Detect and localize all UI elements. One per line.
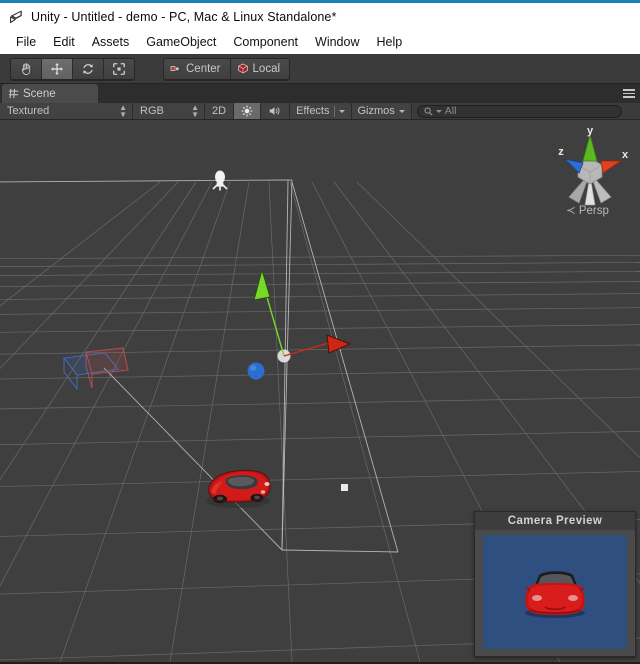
chevron-down-icon bbox=[338, 109, 345, 113]
toggle-2d-button[interactable]: 2D bbox=[205, 103, 235, 119]
effects-label: Effects bbox=[296, 105, 330, 117]
draw-mode-value: Textured bbox=[7, 105, 50, 117]
gizmo-axis-y-label: y bbox=[587, 125, 594, 137]
rotate-icon bbox=[83, 63, 93, 74]
gizmo-axis-x-label: x bbox=[622, 149, 629, 161]
color-mode-value: RGB bbox=[140, 105, 164, 117]
menu-item-component[interactable]: Component bbox=[225, 33, 307, 52]
pivot-local-label: Local bbox=[252, 62, 281, 75]
pivot-center-icon bbox=[170, 65, 179, 71]
persp-text: Persp bbox=[578, 205, 609, 217]
scale-icon bbox=[113, 62, 125, 75]
search-placeholder: All bbox=[444, 105, 457, 117]
unity-editor-window: Unity - Untitled - demo - PC, Mac & Linu… bbox=[0, 0, 640, 664]
color-mode-dropdown[interactable]: RGB ▲ ▼ bbox=[133, 103, 205, 119]
toggle-2d-label: 2D bbox=[212, 105, 227, 117]
effects-dropdown[interactable]: Effects bbox=[290, 103, 352, 119]
local-cube-icon bbox=[237, 63, 248, 74]
menu-item-assets[interactable]: Assets bbox=[84, 33, 139, 52]
hamburger-menu-icon[interactable] bbox=[623, 89, 635, 98]
menu-item-edit[interactable]: Edit bbox=[45, 33, 84, 52]
rotate-tool-button[interactable] bbox=[73, 58, 104, 79]
camera-preview-viewport bbox=[483, 535, 627, 649]
main-toolbar: Center Local bbox=[0, 54, 640, 84]
scene-search-input[interactable]: All bbox=[416, 104, 622, 118]
effects-separator bbox=[333, 105, 335, 117]
menu-item-help[interactable]: Help bbox=[368, 33, 411, 52]
scale-tool-button[interactable] bbox=[104, 58, 134, 79]
move-arrows-icon bbox=[51, 62, 63, 75]
toggle-lighting-button[interactable] bbox=[234, 103, 262, 119]
speaker-audio-icon bbox=[269, 107, 280, 115]
scene-orientation-gizmo[interactable]: y x z bbox=[545, 125, 635, 215]
scene-grid-icon bbox=[8, 88, 19, 99]
chevron-down-icon bbox=[398, 109, 405, 113]
camera-preview-panel: Camera Preview bbox=[474, 511, 636, 657]
gizmos-dropdown[interactable]: Gizmos bbox=[351, 103, 412, 119]
persp-arrow-icon: ≺ bbox=[566, 205, 576, 217]
gizmo-axis-z-label: z bbox=[558, 146, 564, 158]
hand-tool-button[interactable] bbox=[11, 58, 42, 79]
pivot-local-button[interactable]: Local bbox=[230, 58, 290, 79]
unity-logo-icon bbox=[10, 10, 22, 23]
scene-viewport[interactable]: y x z ≺ Persp Camera Preview bbox=[0, 120, 640, 662]
pivot-center-label: Center bbox=[186, 62, 221, 75]
move-tool-button[interactable] bbox=[42, 58, 73, 79]
pivot-center-button[interactable]: Center bbox=[164, 58, 231, 79]
chevron-updown-icon: ▲ ▼ bbox=[191, 103, 199, 119]
window-title: Unity - Untitled - demo - PC, Mac & Linu… bbox=[31, 9, 337, 24]
title-bar: Unity - Untitled - demo - PC, Mac & Linu… bbox=[0, 3, 640, 30]
hand-icon bbox=[21, 62, 31, 75]
tab-scene[interactable]: Scene bbox=[2, 84, 98, 103]
menu-item-window[interactable]: Window bbox=[307, 33, 368, 52]
camera-preview-title: Camera Preview bbox=[475, 512, 635, 530]
tab-scene-label: Scene bbox=[23, 87, 56, 100]
scene-view-control-bar: Textured ▲ ▼ RGB ▲ ▼ 2D Effects Gizmos A… bbox=[0, 103, 640, 120]
camera-preview-render bbox=[483, 535, 627, 649]
menu-item-file[interactable]: File bbox=[8, 33, 45, 52]
sun-lighting-icon bbox=[241, 105, 253, 117]
gizmos-label: Gizmos bbox=[357, 105, 395, 117]
search-magnifier-icon bbox=[424, 106, 433, 115]
panel-tab-strip: Scene bbox=[0, 84, 640, 103]
transform-tools-group bbox=[10, 57, 135, 80]
chevron-updown-icon: ▲ ▼ bbox=[119, 103, 127, 119]
pivot-options-group: Center Local bbox=[163, 57, 291, 80]
draw-mode-dropdown[interactable]: Textured ▲ ▼ bbox=[0, 103, 133, 119]
projection-mode-label[interactable]: ≺ Persp bbox=[566, 203, 609, 217]
menu-item-gameobject[interactable]: GameObject bbox=[138, 33, 225, 52]
toggle-audio-button[interactable] bbox=[261, 103, 291, 119]
menu-bar[interactable]: File Edit Assets GameObject Component Wi… bbox=[0, 30, 640, 54]
search-filter-chevron-icon[interactable] bbox=[435, 109, 442, 113]
